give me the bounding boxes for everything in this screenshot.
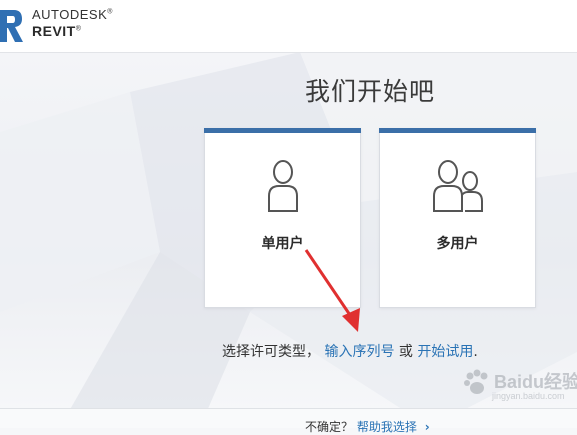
footer: 不确定？ 帮助我选择 ›	[0, 408, 577, 434]
multi-user-label: 多用户	[436, 236, 479, 252]
license-period: .	[473, 344, 478, 360]
chevron-right-icon[interactable]: ›	[425, 420, 430, 434]
watermark-url: jingyan.baidu.com	[492, 391, 565, 401]
multi-user-card[interactable]: 多用户	[379, 128, 536, 308]
brand-autodesk: AUTODESK®	[32, 7, 113, 22]
baidu-paw-icon	[464, 369, 488, 394]
page-title: 我们开始吧	[304, 77, 435, 106]
baidu-watermark: Baidu经验 jingyan.baidu.com	[462, 364, 577, 408]
annotation-arrow-icon	[304, 249, 360, 332]
enter-serial-link[interactable]: 输入序列号	[324, 344, 394, 360]
app-header: AUTODESK® REVIT®	[0, 0, 577, 53]
license-type-line: 选择许可类型， 输入序列号 或 开始试用.	[222, 341, 478, 361]
revit-logo-icon	[0, 10, 23, 42]
license-prompt: 选择许可类型，	[222, 344, 320, 360]
start-trial-link[interactable]: 开始试用	[417, 344, 473, 360]
help-me-choose-link[interactable]: 帮助我选择	[357, 420, 417, 434]
footer-unsure: 不确定？	[305, 420, 354, 434]
single-user-icon	[267, 160, 298, 212]
license-or: 或	[398, 344, 413, 360]
brand-revit: REVIT®	[32, 23, 82, 39]
multi-user-icon	[432, 160, 483, 212]
